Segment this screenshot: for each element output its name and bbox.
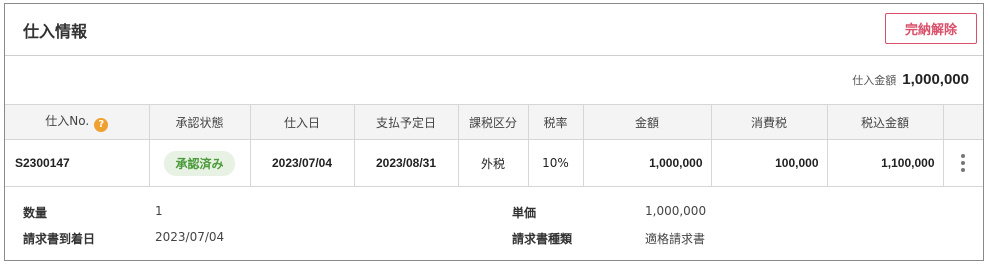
cell-tax-type: 外税: [457, 139, 529, 187]
col-header-payment-due: 支払予定日: [353, 104, 459, 140]
cell-payment-due: 2023/08/31: [353, 139, 459, 187]
col-header-tax-type: 課税区分: [457, 104, 529, 140]
invoice-type-value: 適格請求書: [645, 232, 706, 246]
unit-price-value: 1,000,000: [645, 204, 707, 218]
cell-purchase-no: S2300147: [5, 139, 150, 187]
cell-purchase-date: 2023/07/04: [249, 139, 355, 187]
status-badge: 承認済み: [164, 150, 235, 176]
cell-tax: 100,000: [710, 139, 828, 187]
purchase-table: 仕入No.? 承認状態 仕入日 支払予定日 課税区分 税率 金額 消費税 税込金…: [5, 104, 983, 187]
table-row: S2300147 承認済み 2023/07/04 2023/08/31 外税 1…: [5, 139, 983, 187]
col-header-status: 承認状態: [148, 104, 251, 140]
col-header-amount: 金額: [582, 104, 712, 140]
purchase-total-value: 1,000,000: [902, 71, 969, 88]
invoice-arrival-label: 請求書到着日: [23, 232, 96, 246]
col-header-purchase-date: 仕入日: [249, 104, 355, 140]
quantity-label: 数量: [23, 206, 48, 220]
col-header-actions: [942, 104, 983, 140]
panel-title: 仕入情報: [23, 22, 88, 41]
release-completion-button[interactable]: 完納解除: [885, 13, 977, 44]
cell-amount: 1,000,000: [582, 139, 712, 187]
purchase-total-label: 仕入金額: [852, 74, 897, 87]
unit-price-label: 単価: [512, 206, 537, 220]
col-header-amount-with-tax: 税込金額: [826, 104, 944, 140]
col-header-label: 仕入No.: [45, 114, 90, 129]
col-header-tax: 消費税: [710, 104, 828, 140]
cell-tax-rate: 10%: [527, 139, 584, 187]
col-header-purchase-no: 仕入No.?: [5, 104, 150, 140]
cell-amount-with-tax: 1,100,000: [826, 139, 944, 187]
col-header-tax-rate: 税率: [527, 104, 584, 140]
panel-header: 仕入情報 完納解除: [5, 4, 983, 56]
more-options-icon[interactable]: [945, 154, 983, 172]
help-icon[interactable]: ?: [94, 117, 109, 132]
quantity-value: 1: [155, 204, 163, 218]
purchase-total: 仕入金額 1,000,000: [852, 71, 969, 88]
invoice-type-label: 請求書種類: [512, 232, 573, 246]
purchase-info-panel: 仕入情報 完納解除 仕入金額 1,000,000 仕入No.? 承認状態 仕入日…: [4, 3, 984, 261]
cell-actions: [942, 139, 983, 187]
invoice-arrival-value: 2023/07/04: [155, 230, 225, 244]
table-header-row: 仕入No.? 承認状態 仕入日 支払予定日 課税区分 税率 金額 消費税 税込金…: [5, 104, 983, 140]
cell-status: 承認済み: [148, 139, 251, 187]
